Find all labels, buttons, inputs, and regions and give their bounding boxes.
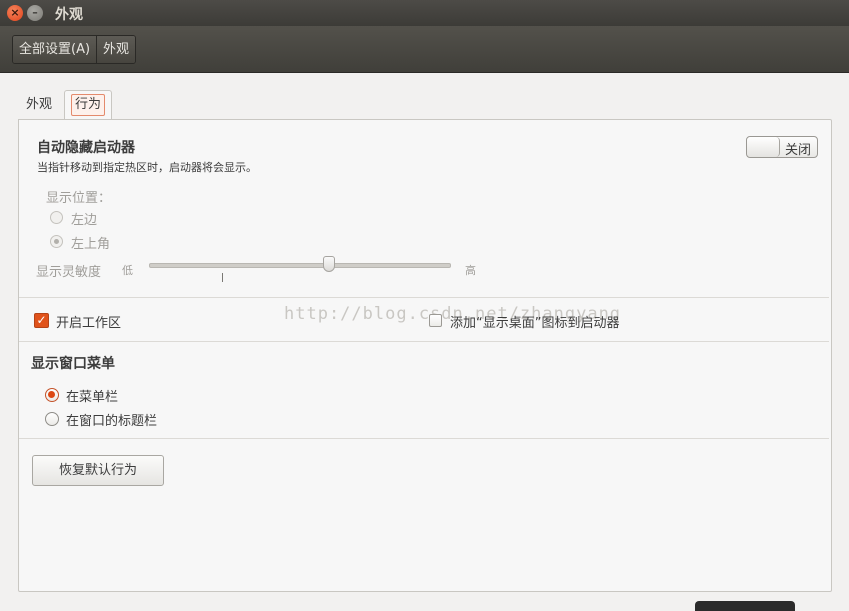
- restore-defaults-button[interactable]: 恢复默认行为: [32, 455, 164, 486]
- breadcrumb: 全部设置(A) 外观: [12, 35, 137, 64]
- divider: [19, 341, 829, 342]
- workspaces-label: 开启工作区: [56, 316, 122, 331]
- breadcrumb-current[interactable]: 外观: [96, 36, 136, 63]
- switch-knob: [747, 137, 780, 157]
- radio-title-bar-label: 在窗口的标题栏: [66, 414, 158, 429]
- switch-label: 关闭: [785, 143, 812, 158]
- slider-tick: [222, 273, 223, 282]
- divider: [19, 438, 829, 439]
- radio-left[interactable]: [50, 211, 63, 224]
- sensitivity-slider-handle[interactable]: [323, 256, 335, 272]
- window-title: 外观: [55, 7, 83, 23]
- radio-top-left-label: 左上角: [71, 237, 111, 252]
- show-desktop-label: 添加“显示桌面”图标到启动器: [450, 316, 620, 331]
- tab-behavior-label: 行为: [71, 94, 106, 116]
- workspaces-checkbox[interactable]: ✓: [34, 313, 49, 328]
- divider: [19, 297, 829, 298]
- window-menu-title: 显示窗口菜单: [31, 356, 115, 372]
- minimize-icon[interactable]: –: [27, 5, 43, 21]
- autohide-switch[interactable]: 关闭: [746, 136, 818, 158]
- sensitivity-label: 显示灵敏度: [36, 265, 102, 280]
- radio-left-label: 左边: [71, 213, 98, 228]
- autohide-title: 自动隐藏启动器: [37, 140, 135, 156]
- sensitivity-high-label: 高: [465, 264, 476, 277]
- partial-button[interactable]: [695, 601, 795, 611]
- sensitivity-slider-track[interactable]: [149, 263, 451, 268]
- behavior-panel: 自动隐藏启动器 当指针移动到指定热区时，启动器将会显示。 关闭 显示位置： 左边…: [18, 119, 832, 592]
- show-desktop-checkbox[interactable]: [429, 314, 442, 327]
- all-settings-button[interactable]: 全部设置(A): [13, 36, 97, 63]
- radio-menu-bar-label: 在菜单栏: [66, 390, 119, 405]
- tab-behavior[interactable]: 行为: [64, 90, 113, 119]
- title-bar: × – 外观: [0, 0, 849, 26]
- tab-appearance[interactable]: 外观: [20, 92, 58, 118]
- radio-top-left[interactable]: [50, 235, 63, 248]
- position-label: 显示位置：: [46, 191, 112, 206]
- toolbar: 全部设置(A) 外观: [0, 26, 849, 73]
- autohide-description: 当指针移动到指定热区时，启动器将会显示。: [37, 161, 257, 174]
- radio-menu-bar[interactable]: [45, 388, 59, 402]
- radio-title-bar[interactable]: [45, 412, 59, 426]
- sensitivity-low-label: 低: [122, 264, 133, 277]
- close-icon[interactable]: ×: [7, 5, 23, 21]
